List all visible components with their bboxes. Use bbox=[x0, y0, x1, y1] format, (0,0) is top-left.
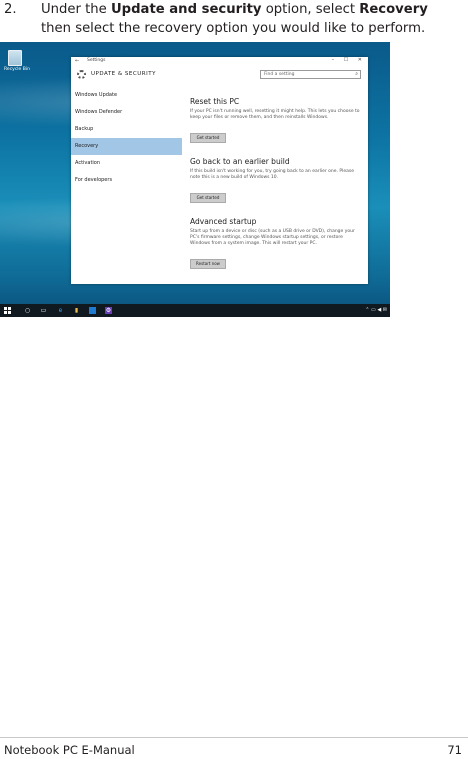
edge-browser-icon[interactable]: e bbox=[57, 307, 64, 314]
page-number: 71 bbox=[447, 743, 462, 757]
settings-screenshot: Recycle Bin ← Settings – ☐ ✕ UPDATE & SE… bbox=[0, 42, 390, 317]
store-icon[interactable] bbox=[89, 307, 96, 314]
section-text: If your PC isn't running well, resetting… bbox=[190, 109, 360, 120]
go-back-get-started-button[interactable]: Get started bbox=[190, 193, 226, 203]
system-tray[interactable]: ⌃ ▭ ◀ ✉ bbox=[365, 307, 387, 314]
search-icon[interactable]: ⌕ bbox=[355, 71, 358, 78]
section-heading: Go back to an earlier build bbox=[190, 157, 290, 166]
taskbar: ○ ▭ e ▮ ⚙ ⌃ ▭ ◀ ✉ bbox=[0, 304, 390, 317]
section-heading: Reset this PC bbox=[190, 97, 240, 106]
back-arrow-icon[interactable]: ← bbox=[75, 58, 79, 64]
update-security-term: Update and security bbox=[110, 2, 262, 17]
window-titlebar: ← Settings – ☐ ✕ bbox=[71, 57, 368, 65]
search-icon[interactable]: ○ bbox=[24, 307, 31, 314]
section-text: Start up from a device or disc (such as … bbox=[190, 229, 355, 246]
settings-window: ← Settings – ☐ ✕ UPDATE & SECURITY Find … bbox=[71, 57, 368, 284]
search-input[interactable]: Find a setting ⌕ bbox=[260, 70, 361, 79]
windows-start-icon[interactable] bbox=[4, 307, 11, 314]
nav-item-windows-update[interactable]: Windows Update bbox=[71, 87, 182, 104]
task-view-icon[interactable]: ▭ bbox=[40, 307, 47, 314]
nav-item-backup[interactable]: Backup bbox=[71, 121, 182, 138]
recycle-bin-icon bbox=[8, 50, 22, 66]
settings-nav: Windows Update Windows Defender Backup R… bbox=[71, 87, 182, 189]
step-number: 2. bbox=[4, 2, 17, 17]
section-heading: Advanced startup bbox=[190, 217, 257, 226]
reset-get-started-button[interactable]: Get started bbox=[190, 133, 226, 143]
recovery-content: Reset this PC If your PC isn't running w… bbox=[190, 97, 360, 283]
advanced-startup-section: Advanced startup Start up from a device … bbox=[190, 217, 360, 269]
file-explorer-icon[interactable]: ▮ bbox=[73, 307, 80, 314]
restart-now-button[interactable]: Restart now bbox=[190, 259, 226, 269]
nav-item-for-developers[interactable]: For developers bbox=[71, 172, 182, 189]
step-text: Under the Update and security option, se… bbox=[41, 2, 428, 36]
nav-item-windows-defender[interactable]: Windows Defender bbox=[71, 104, 182, 121]
footer-divider bbox=[0, 737, 468, 738]
gear-icon bbox=[77, 70, 86, 79]
reset-pc-section: Reset this PC If your PC isn't running w… bbox=[190, 97, 360, 143]
footer-title: Notebook PC E-Manual bbox=[4, 743, 135, 757]
nav-item-recovery[interactable]: Recovery bbox=[71, 138, 182, 155]
settings-app-icon[interactable]: ⚙ bbox=[105, 307, 112, 314]
settings-header: UPDATE & SECURITY Find a setting ⌕ bbox=[71, 66, 368, 82]
window-title: Settings bbox=[87, 58, 106, 63]
nav-item-activation[interactable]: Activation bbox=[71, 155, 182, 172]
go-back-section: Go back to an earlier build If this buil… bbox=[190, 157, 360, 203]
page-title: UPDATE & SECURITY bbox=[91, 71, 156, 77]
desktop-icon-label: Recycle Bin bbox=[4, 67, 30, 72]
section-text: If this build isn't working for you, try… bbox=[190, 169, 354, 180]
recycle-bin-desktop-icon[interactable]: Recycle Bin bbox=[4, 50, 30, 72]
search-placeholder: Find a setting bbox=[264, 72, 295, 77]
recovery-term: Recovery bbox=[359, 2, 428, 17]
window-controls[interactable]: – ☐ ✕ bbox=[332, 57, 366, 64]
